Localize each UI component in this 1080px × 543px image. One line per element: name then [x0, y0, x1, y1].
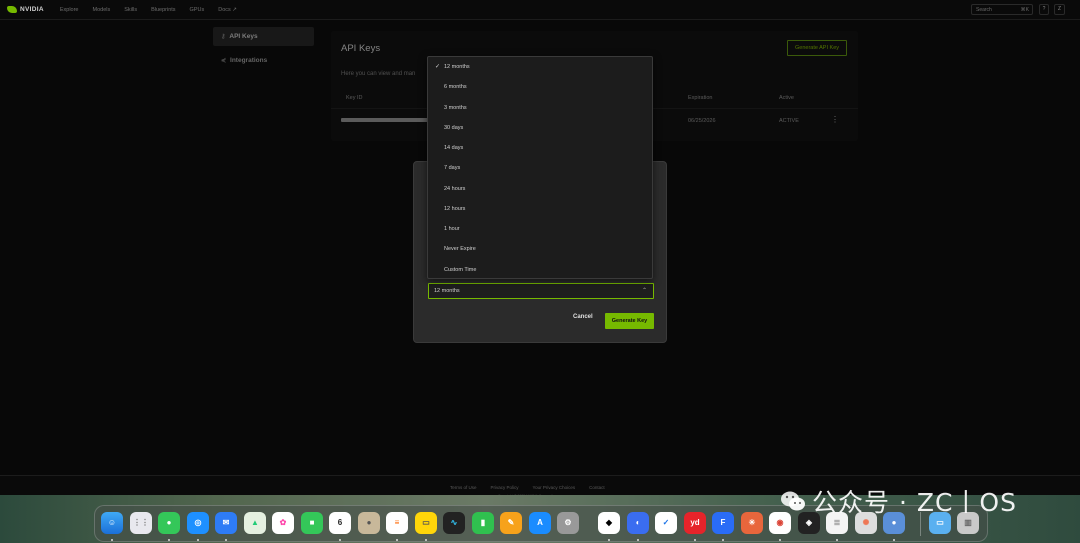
search-placeholder: Search — [976, 7, 992, 13]
messages-icon[interactable]: ● — [158, 512, 180, 534]
search-shortcut: ⌘K — [1020, 7, 1029, 13]
lark-icon[interactable]: ◐ — [627, 512, 649, 534]
stocks-icon[interactable]: ∿ — [443, 512, 465, 534]
running-indicator — [779, 539, 781, 541]
running-indicator — [694, 539, 696, 541]
option-label: 24 hours — [444, 186, 466, 192]
running-indicator — [637, 539, 639, 541]
option-label: 6 months — [444, 84, 467, 90]
safari-icon[interactable]: ◎ — [187, 512, 209, 534]
footer-link-contact[interactable]: Contact — [589, 485, 605, 490]
footer-link-privacy[interactable]: Privacy Policy — [491, 485, 519, 490]
reminders-icon[interactable]: ≡ — [386, 512, 408, 534]
nav-link-explore[interactable]: Explore — [60, 7, 79, 13]
claude-icon[interactable]: ✳ — [741, 512, 763, 534]
option-label: 14 days — [444, 145, 464, 151]
user-avatar[interactable]: Z — [1054, 4, 1065, 15]
running-indicator — [197, 539, 199, 541]
option-6-months[interactable]: 6 months — [428, 77, 652, 97]
option-3-months[interactable]: 3 months — [428, 98, 652, 118]
launchpad-icon[interactable]: ⋮⋮ — [130, 512, 152, 534]
running-indicator — [836, 539, 838, 541]
running-indicator — [722, 539, 724, 541]
option-label: 12 months — [444, 64, 470, 70]
maps-icon[interactable]: ▲ — [244, 512, 266, 534]
nav-link-blueprints[interactable]: Blueprints — [151, 7, 175, 13]
option-12-hours[interactable]: 12 hours — [428, 199, 652, 219]
brand-name: NVIDIA — [20, 6, 44, 13]
bear-icon[interactable]: ◆ — [598, 512, 620, 534]
option-12-months[interactable]: ✓ 12 months — [428, 57, 652, 77]
running-indicator — [425, 539, 427, 541]
option-label: 7 days — [444, 165, 461, 171]
expiration-dropdown: ✓ 12 months 6 months 3 months 30 days 14… — [427, 56, 653, 279]
running-indicator — [168, 539, 170, 541]
running-indicator — [339, 539, 341, 541]
option-never-expire[interactable]: Never Expire — [428, 239, 652, 259]
wechat-watermark: 公众号 · ZC丨OS — [780, 483, 1017, 519]
option-label: Custom Time — [444, 267, 477, 273]
watermark-text: 公众号 · ZC丨OS — [812, 488, 1017, 517]
option-30-days[interactable]: 30 days — [428, 118, 652, 138]
wechat-icon — [781, 491, 805, 511]
option-24-hours[interactable]: 24 hours — [428, 179, 652, 199]
youdao-icon[interactable]: yd — [684, 512, 706, 534]
contacts-icon[interactable]: ● — [358, 512, 380, 534]
generate-key-button[interactable]: Generate Key — [605, 313, 654, 329]
nav-links: Explore Models Skills Blueprints GPUs Do… — [60, 7, 251, 13]
nav-link-skills[interactable]: Skills — [124, 7, 137, 13]
option-7-days[interactable]: 7 days — [428, 158, 652, 178]
expiration-select[interactable]: 12 months ⌃ — [428, 283, 654, 299]
running-indicator — [396, 539, 398, 541]
option-1-hour[interactable]: 1 hour — [428, 219, 652, 239]
feishu-icon[interactable]: F — [712, 512, 734, 534]
mail-icon[interactable]: ✉ — [215, 512, 237, 534]
option-label: 3 months — [444, 105, 467, 111]
help-button[interactable]: ? — [1039, 4, 1049, 15]
nav-link-docs[interactable]: Docs ↗ — [218, 7, 237, 13]
nav-link-models[interactable]: Models — [93, 7, 111, 13]
checkmark-icon: ✓ — [435, 64, 441, 70]
facetime-icon[interactable]: ■ — [301, 512, 323, 534]
option-label: 30 days — [444, 125, 464, 131]
nvidia-eye-icon — [7, 6, 17, 13]
calendar-icon[interactable]: 6 — [329, 512, 351, 534]
nvidia-logo[interactable]: NVIDIA — [7, 6, 44, 13]
notes-icon[interactable]: ▭ — [415, 512, 437, 534]
footer-link-privacy-choices[interactable]: Your Privacy Choices — [533, 485, 576, 490]
top-navigation: NVIDIA Explore Models Skills Blueprints … — [0, 0, 1080, 20]
system-settings-icon[interactable]: ⚙ — [557, 512, 579, 534]
finder-icon[interactable]: ☺ — [101, 512, 123, 534]
running-indicator — [225, 539, 227, 541]
option-label: 1 hour — [444, 226, 460, 232]
app-store-icon[interactable]: A — [529, 512, 551, 534]
nav-link-gpus[interactable]: GPUs — [190, 7, 205, 13]
option-label: 12 hours — [444, 206, 466, 212]
chevron-up-icon: ⌃ — [641, 288, 647, 294]
search-input[interactable]: Search ⌘K — [971, 4, 1033, 15]
browser-window: NVIDIA Explore Models Skills Blueprints … — [0, 0, 1080, 505]
option-label: Never Expire — [444, 246, 476, 252]
option-custom-time[interactable]: Custom Time — [428, 260, 652, 280]
running-indicator — [893, 539, 895, 541]
running-indicator — [111, 539, 113, 541]
cancel-button[interactable]: Cancel — [573, 314, 593, 320]
footer-link-terms[interactable]: Terms of Use — [450, 485, 477, 490]
tasks-icon[interactable]: ✓ — [655, 512, 677, 534]
pages-icon[interactable]: ✎ — [500, 512, 522, 534]
footer-links: Terms of Use Privacy Policy Your Privacy… — [450, 485, 605, 490]
photos-icon[interactable]: ✿ — [272, 512, 294, 534]
option-14-days[interactable]: 14 days — [428, 138, 652, 158]
running-indicator — [608, 539, 610, 541]
expiration-selected-value: 12 months — [434, 288, 460, 294]
numbers-icon[interactable]: ▮ — [472, 512, 494, 534]
